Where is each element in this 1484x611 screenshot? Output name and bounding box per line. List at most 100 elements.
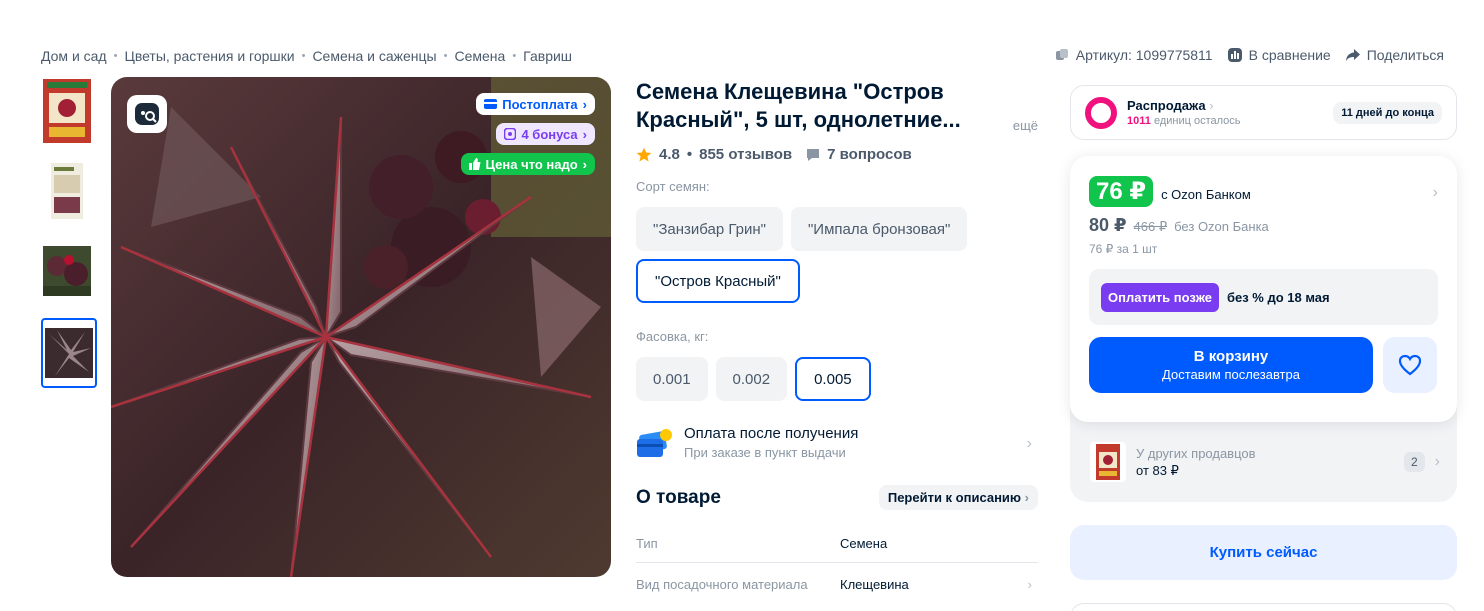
spec-value: Семена (840, 536, 888, 551)
breadcrumb-item[interactable]: Семена и саженцы (312, 48, 436, 64)
variety-option-selected[interactable]: "Остров Красный" (636, 259, 800, 303)
next-block (1070, 603, 1457, 611)
pay-later-row[interactable]: Оплатить позже без % до 18 мая (1089, 269, 1438, 325)
seed-pack-back-image (45, 159, 89, 223)
compare-label: В сравнение (1248, 47, 1331, 63)
cards-icon (637, 429, 672, 457)
price-card: 76 ₽ с Ozon Банком › 80 ₽ 466 ₽ без Ozon… (1070, 156, 1457, 422)
chevron-right-icon: › (1026, 435, 1032, 452)
go-to-description-link[interactable]: Перейти к описанию › (878, 485, 1038, 510)
breadcrumb-separator: • (113, 50, 118, 62)
photo-badges: Постоплата › 4 бонуса › Цена что надо › (460, 93, 595, 175)
questions-label: 7 вопросов (827, 146, 912, 163)
add-to-cart-label: В корзину (1193, 348, 1269, 365)
leaf-photo-image (45, 328, 93, 378)
questions-link[interactable]: 7 вопросов (805, 146, 912, 163)
sale-count: 1011 (1127, 115, 1151, 127)
breadcrumb-item[interactable]: Дом и сад (41, 48, 107, 64)
good-price-label: Цена что надо (485, 156, 578, 172)
pack-option[interactable]: 0.002 (715, 357, 788, 401)
copy-icon (1055, 49, 1068, 60)
favorite-button[interactable] (1383, 337, 1437, 393)
thumbnail-list (41, 78, 97, 402)
about-header: О товаре Перейти к описанию › (636, 485, 1038, 510)
breadcrumb-separator: • (512, 50, 517, 62)
thumbnail-4-selected[interactable] (41, 318, 97, 388)
chevron-right-icon: › (1209, 98, 1214, 113)
bonus-icon (504, 128, 517, 140)
pack-option[interactable]: 0.001 (636, 357, 708, 401)
share-icon (1345, 49, 1360, 61)
variety-selector: "Занзибар Грин" "Импала бронзовая" "Остр… (636, 207, 1036, 303)
sale-ring-icon (1085, 96, 1117, 129)
pay-later-text: без % до 18 мая (1226, 289, 1330, 305)
variety-label: Сорт семян: (636, 179, 710, 194)
variety-option[interactable]: "Импала бронзовая" (790, 207, 968, 251)
chevron-right-icon: › (582, 96, 587, 112)
breadcrumb-item[interactable]: Цветы, растения и горшки (124, 48, 294, 64)
sale-left: единиц осталось (1153, 115, 1241, 127)
title-more-link[interactable]: ещё (1013, 118, 1038, 133)
article-number[interactable]: Артикул: 1099775811 (1054, 47, 1213, 63)
share-label: Поделиться (1366, 47, 1444, 63)
ozon-bank-price: 76 ₽ (1089, 176, 1154, 207)
cart-row: В корзину Доставим послезавтра (1089, 337, 1438, 393)
sale-days-left: 11 дней до конца (1333, 101, 1442, 124)
breadcrumb-item[interactable]: Гавриш (523, 48, 572, 64)
no-bank-label: без Ozon Банка (1174, 219, 1269, 234)
compare-icon (1227, 48, 1242, 62)
article-label: Артикул: 1099775811 (1075, 47, 1213, 63)
breadcrumb-item[interactable]: Семена (454, 48, 505, 64)
chevron-right-icon: › (1432, 184, 1438, 201)
image-search-button[interactable] (127, 95, 167, 133)
variety-option[interactable]: "Занзибар Грин" (636, 207, 783, 251)
regular-price-row: 80 ₽ 466 ₽ без Ozon Банка (1089, 215, 1438, 236)
bonus-badge[interactable]: 4 бонуса › (496, 123, 595, 145)
compare-button[interactable]: В сравнение (1227, 47, 1331, 63)
pack-option-selected[interactable]: 0.005 (795, 357, 871, 401)
spec-row: Тип Семена (636, 522, 1038, 563)
pay-after-receipt[interactable]: Оплата после получения При заказе в пунк… (636, 425, 1038, 463)
product-info: Семена Клещевина "Остров Красный", 5 шт,… (636, 78, 1038, 603)
bonus-label: 4 бонуса (521, 126, 578, 142)
share-button[interactable]: Поделиться (1345, 47, 1444, 63)
other-sellers-count: 2 (1403, 452, 1425, 472)
star-icon (636, 147, 652, 161)
spec-row: Вид посадочного материала Клещевина › (636, 563, 1038, 603)
other-sellers[interactable]: У других продавцов от 83 ₽ 2 › (1090, 442, 1440, 482)
add-to-cart-button[interactable]: В корзину Доставим послезавтра (1089, 337, 1373, 393)
rating-row: 4.8 • 855 отзывов 7 вопросов (636, 146, 1038, 163)
chevron-right-icon: › (582, 126, 587, 142)
product-title: Семена Клещевина "Остров Красный", 5 шт,… (636, 79, 961, 132)
other-sellers-price: от 83 ₽ (1136, 462, 1179, 478)
product-photo[interactable]: Постоплата › 4 бонуса › Цена что надо › (111, 77, 611, 577)
pack-selector: 0.001 0.002 0.005 (636, 357, 1036, 401)
sale-title: Распродажа (1127, 98, 1206, 113)
chevron-right-icon: › (1434, 453, 1440, 470)
thumbnail-3[interactable] (41, 238, 93, 304)
delivery-label: Доставим послезавтра (1162, 367, 1300, 382)
pay-later-tag: Оплатить позже (1101, 282, 1219, 312)
thumbnail-2[interactable] (41, 158, 93, 224)
rating-value: 4.8 (659, 146, 680, 163)
good-price-badge[interactable]: Цена что надо › (460, 153, 595, 175)
pay-subtitle: При заказе в пункт выдачи (684, 445, 846, 460)
unit-price: 76 ₽ за 1 шт (1089, 242, 1158, 256)
spec-key: Вид посадочного материала (636, 577, 808, 592)
chevron-right-icon[interactable]: › (1028, 577, 1032, 592)
pay-title: Оплата после получения (684, 425, 859, 442)
buy-now-button[interactable]: Купить сейчас (1070, 525, 1457, 580)
chevron-right-icon: › (1024, 490, 1029, 505)
thumbs-up-icon (468, 158, 480, 170)
chat-bubble-icon (807, 148, 820, 161)
pack-label: Фасовка, кг: (636, 329, 709, 344)
postpay-badge[interactable]: Постоплата › (476, 93, 595, 115)
sale-banner[interactable]: Распродажа › 1011 единиц осталось 11 дне… (1070, 85, 1457, 140)
thumbnail-1[interactable] (41, 78, 93, 144)
regular-price: 80 ₽ (1089, 215, 1127, 235)
reviews-link[interactable]: 855 отзывов (699, 146, 792, 163)
breadcrumb: Дом и сад • Цветы, растения и горшки • Сем… (41, 48, 572, 64)
plant-photo-image (43, 246, 91, 296)
ozon-bank-price-row[interactable]: 76 ₽ с Ozon Банком › (1089, 176, 1438, 207)
about-title: О товаре (636, 486, 721, 508)
